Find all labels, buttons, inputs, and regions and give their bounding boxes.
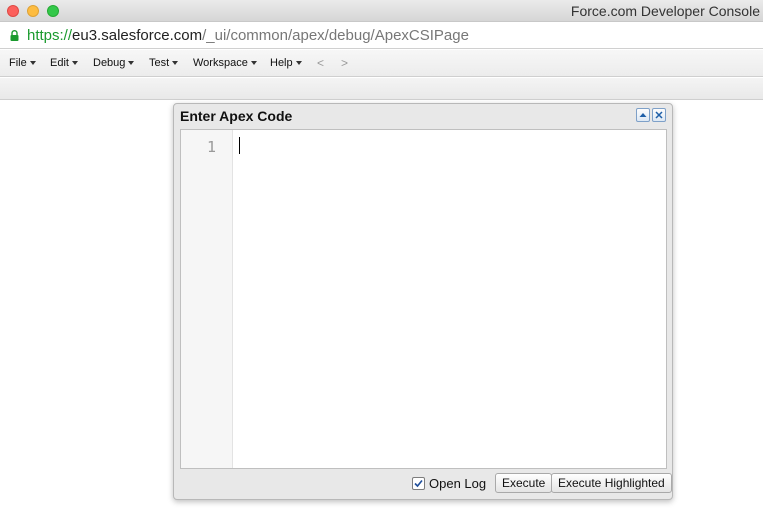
close-dialog-button[interactable] xyxy=(652,108,666,122)
close-icon xyxy=(655,111,663,119)
line-number: 1 xyxy=(206,138,216,156)
url-path: /_ui/common/apex/debug/ApexCSIPage xyxy=(202,27,469,44)
menu-bar: File Edit Debug Test Workspace Help < > xyxy=(0,50,763,77)
enter-apex-code-dialog: Enter Apex Code 1 Open Log Execute Execu… xyxy=(173,103,673,500)
dialog-footer: Open Log Execute Execute Highlighted xyxy=(180,469,672,495)
caret-down-icon xyxy=(250,61,257,66)
dialog-title: Enter Apex Code xyxy=(180,108,293,124)
menu-label: Workspace xyxy=(193,57,248,69)
open-log-checkbox[interactable] xyxy=(412,477,425,490)
menu-debug[interactable]: Debug xyxy=(93,57,135,69)
menu-label: Test xyxy=(149,57,170,69)
execute-button[interactable]: Execute xyxy=(495,473,553,493)
checkmark-icon xyxy=(414,479,423,488)
chevron-up-icon xyxy=(639,113,647,117)
menu-help[interactable]: Help xyxy=(270,57,302,69)
menu-test[interactable]: Test xyxy=(149,57,179,69)
menu-label: Debug xyxy=(93,57,126,69)
window-title: Force.com Developer Console xyxy=(570,3,760,19)
caret-down-icon xyxy=(128,61,135,66)
execute-highlighted-button[interactable]: Execute Highlighted xyxy=(551,473,672,493)
apex-code-editor[interactable]: 1 xyxy=(180,129,667,469)
address-bar[interactable]: https://eu3.salesforce.com/_ui/common/ap… xyxy=(0,22,763,49)
line-number-gutter: 1 xyxy=(181,130,233,468)
caret-down-icon xyxy=(172,61,179,66)
url-host: eu3.salesforce.com xyxy=(72,27,203,44)
menu-edit[interactable]: Edit xyxy=(50,57,78,69)
menu-file[interactable]: File xyxy=(9,57,36,69)
url-scheme: https:// xyxy=(27,27,73,44)
lock-icon xyxy=(10,30,19,41)
caret-down-icon xyxy=(295,61,302,66)
menu-label: File xyxy=(9,57,27,69)
menu-workspace[interactable]: Workspace xyxy=(193,57,257,69)
text-cursor xyxy=(239,137,240,154)
open-log-label: Open Log xyxy=(429,476,487,491)
tab-strip xyxy=(0,78,763,100)
window-titlebar: Force.com Developer Console xyxy=(0,0,763,22)
menu-label: Help xyxy=(270,57,293,69)
close-window-button[interactable] xyxy=(7,5,19,17)
back-button[interactable]: < xyxy=(317,56,324,70)
menu-label: Edit xyxy=(50,57,69,69)
collapse-dialog-button[interactable] xyxy=(636,108,650,122)
minimize-window-button[interactable] xyxy=(27,5,39,17)
maximize-window-button[interactable] xyxy=(47,5,59,17)
code-input-area[interactable] xyxy=(234,130,666,468)
url-text[interactable]: https://eu3.salesforce.com/_ui/common/ap… xyxy=(27,27,469,44)
caret-down-icon xyxy=(29,61,36,66)
forward-button[interactable]: > xyxy=(341,56,348,70)
caret-down-icon xyxy=(71,61,78,66)
